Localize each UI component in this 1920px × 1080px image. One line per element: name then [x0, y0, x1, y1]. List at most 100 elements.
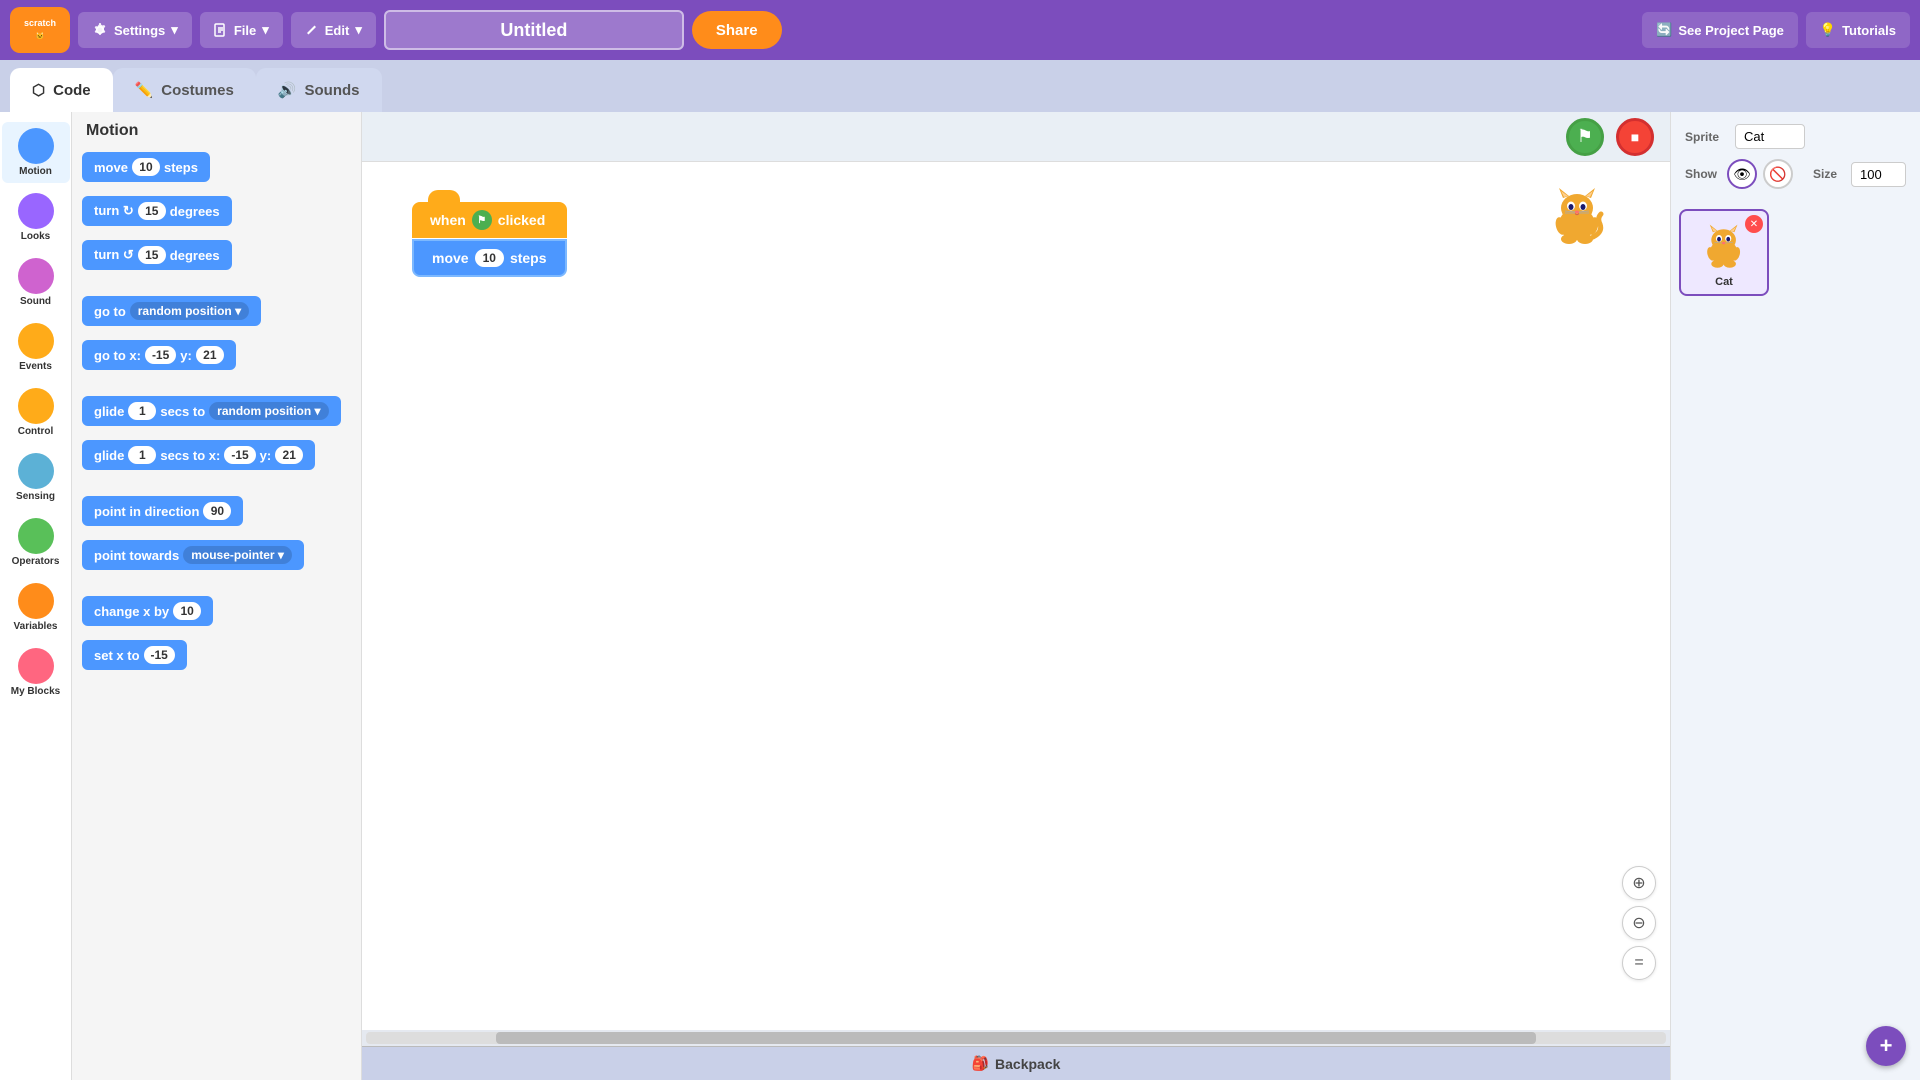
sounds-tab-label: Sounds	[305, 82, 360, 99]
turn-left-value[interactable]: 15	[138, 246, 166, 264]
see-project-label: See Project Page	[1678, 23, 1784, 38]
block-glide-to-xy[interactable]: glide 1 secs to x: -15 y: 21	[82, 440, 351, 478]
sidebar-item-variables[interactable]: Variables	[2, 577, 70, 638]
control-circle	[18, 388, 54, 424]
main-area: Motion Looks Sound Events Control Sensin…	[0, 112, 1920, 1080]
size-label: Size	[1813, 167, 1837, 181]
backpack-bar[interactable]: 🎒 Backpack	[362, 1046, 1670, 1080]
stop-icon: ■	[1631, 129, 1639, 145]
scratch-logo[interactable]: scratch 🐱	[10, 7, 70, 53]
script-steps-text: steps	[510, 250, 547, 266]
turn-right-value[interactable]: 15	[138, 202, 166, 220]
tutorials-button[interactable]: 💡 Tutorials	[1806, 12, 1910, 48]
glide-to-dropdown[interactable]: random position ▾	[209, 402, 328, 420]
sprite-name-input[interactable]	[1735, 124, 1805, 149]
see-project-button[interactable]: 🔄 See Project Page	[1642, 12, 1798, 48]
myblocks-circle	[18, 648, 54, 684]
svg-text:scratch: scratch	[24, 18, 56, 28]
block-glide-to[interactable]: glide 1 secs to random position ▾	[82, 396, 351, 434]
share-button[interactable]: Share	[692, 11, 782, 49]
go-to-x-value[interactable]: -15	[145, 346, 176, 364]
block-go-to-xy[interactable]: go to x: -15 y: 21	[82, 340, 351, 378]
block-turn-left[interactable]: turn ↺ 15 degrees	[82, 240, 351, 278]
show-visible-button[interactable]: 👁	[1727, 159, 1757, 189]
block-point-towards[interactable]: point towards mouse-pointer ▾	[82, 540, 351, 578]
sound-circle	[18, 258, 54, 294]
change-x-value[interactable]: 10	[173, 602, 201, 620]
block-point-direction[interactable]: point in direction 90	[82, 496, 351, 534]
block-turn-right[interactable]: turn ↻ 15 degrees	[82, 196, 351, 234]
green-flag-button[interactable]: ⚑	[1566, 118, 1604, 156]
go-to-y-label: y:	[180, 348, 192, 363]
show-controls: 👁 🚫	[1727, 159, 1793, 189]
set-x-text: set x to	[94, 648, 140, 663]
turn-left-suffix: degrees	[170, 248, 220, 263]
project-title-input[interactable]	[384, 10, 684, 50]
stage-scrollbar[interactable]	[366, 1032, 1666, 1044]
stage-canvas[interactable]: when ⚑ clicked move 10 steps	[362, 162, 1670, 1030]
block-go-to[interactable]: go to random position ▾	[82, 296, 351, 334]
point-dir-value[interactable]: 90	[203, 502, 231, 520]
file-button[interactable]: File ▾	[200, 12, 283, 48]
sounds-tab-icon: 🔊	[278, 81, 297, 99]
hat-block[interactable]: when ⚑ clicked	[412, 202, 567, 238]
change-x-text: change x by	[94, 604, 169, 619]
sensing-label: Sensing	[16, 491, 55, 502]
move-text: move	[94, 160, 128, 175]
right-panel: Sprite Show 👁 🚫 Size ✕	[1670, 112, 1920, 1080]
go-to-dropdown[interactable]: random position ▾	[130, 302, 249, 320]
set-x-value[interactable]: -15	[144, 646, 175, 664]
zoom-in-button[interactable]: ⊕	[1622, 866, 1656, 900]
sidebar-item-control[interactable]: Control	[2, 382, 70, 443]
glide-sec[interactable]: 1	[128, 402, 156, 420]
glide-sec-suffix: secs to	[160, 404, 205, 419]
point-towards-dropdown[interactable]: mouse-pointer ▾	[183, 546, 292, 564]
block-change-x[interactable]: change x by 10	[82, 596, 351, 634]
glide-xy-sec[interactable]: 1	[128, 446, 156, 464]
settings-button[interactable]: Settings ▾	[78, 12, 192, 48]
sprite-delete-button[interactable]: ✕	[1745, 215, 1763, 233]
size-input[interactable]	[1851, 162, 1906, 187]
glide-xy-y[interactable]: 21	[275, 446, 303, 464]
code-tab-label: Code	[53, 82, 91, 99]
go-to-y-value[interactable]: 21	[196, 346, 224, 364]
sidebar-item-sensing[interactable]: Sensing	[2, 447, 70, 508]
tab-costumes[interactable]: ✏️ Costumes	[113, 68, 256, 112]
looks-circle	[18, 193, 54, 229]
zoom-reset-icon: =	[1634, 954, 1643, 972]
stop-button[interactable]: ■	[1616, 118, 1654, 156]
hat-bump	[428, 190, 460, 206]
script-move-value[interactable]: 10	[475, 249, 504, 267]
glide-xy-x[interactable]: -15	[224, 446, 255, 464]
sprite-card-cat[interactable]: ✕	[1679, 209, 1769, 296]
sidebar-item-events[interactable]: Events	[2, 317, 70, 378]
add-sprite-button[interactable]: +	[1866, 1026, 1906, 1066]
sprite-card-name: Cat	[1687, 276, 1761, 288]
move-value[interactable]: 10	[132, 158, 160, 176]
clicked-text: clicked	[498, 212, 545, 228]
zoom-reset-button[interactable]: =	[1622, 946, 1656, 980]
sidebar-item-looks[interactable]: Looks	[2, 187, 70, 248]
stage-controls-bar: ⚑ ■	[362, 112, 1670, 162]
blocks-panel-title: Motion	[82, 122, 351, 140]
point-dir-text: point in direction	[94, 504, 199, 519]
settings-label: Settings	[114, 23, 165, 38]
script-move-block[interactable]: move 10 steps	[412, 239, 567, 277]
sidebar-item-operators[interactable]: Operators	[2, 512, 70, 573]
block-move-steps[interactable]: move 10 steps	[82, 152, 351, 190]
edit-button[interactable]: Edit ▾	[291, 12, 376, 48]
block-set-x[interactable]: set x to -15	[82, 640, 351, 678]
sensing-circle	[18, 453, 54, 489]
glide-xy-y-label: y:	[260, 448, 272, 463]
motion-label: Motion	[19, 166, 52, 177]
show-hidden-button[interactable]: 🚫	[1763, 159, 1793, 189]
sidebar-item-sound[interactable]: Sound	[2, 252, 70, 313]
turn-left-text: turn ↺	[94, 247, 134, 263]
svg-text:🐱: 🐱	[36, 31, 45, 40]
settings-arrow: ▾	[171, 22, 178, 38]
zoom-out-button[interactable]: ⊖	[1622, 906, 1656, 940]
sidebar-item-motion[interactable]: Motion	[2, 122, 70, 183]
tab-sounds[interactable]: 🔊 Sounds	[256, 68, 382, 112]
tab-code[interactable]: ⬡ Code	[10, 68, 113, 112]
sidebar-item-myblocks[interactable]: My Blocks	[2, 642, 70, 703]
